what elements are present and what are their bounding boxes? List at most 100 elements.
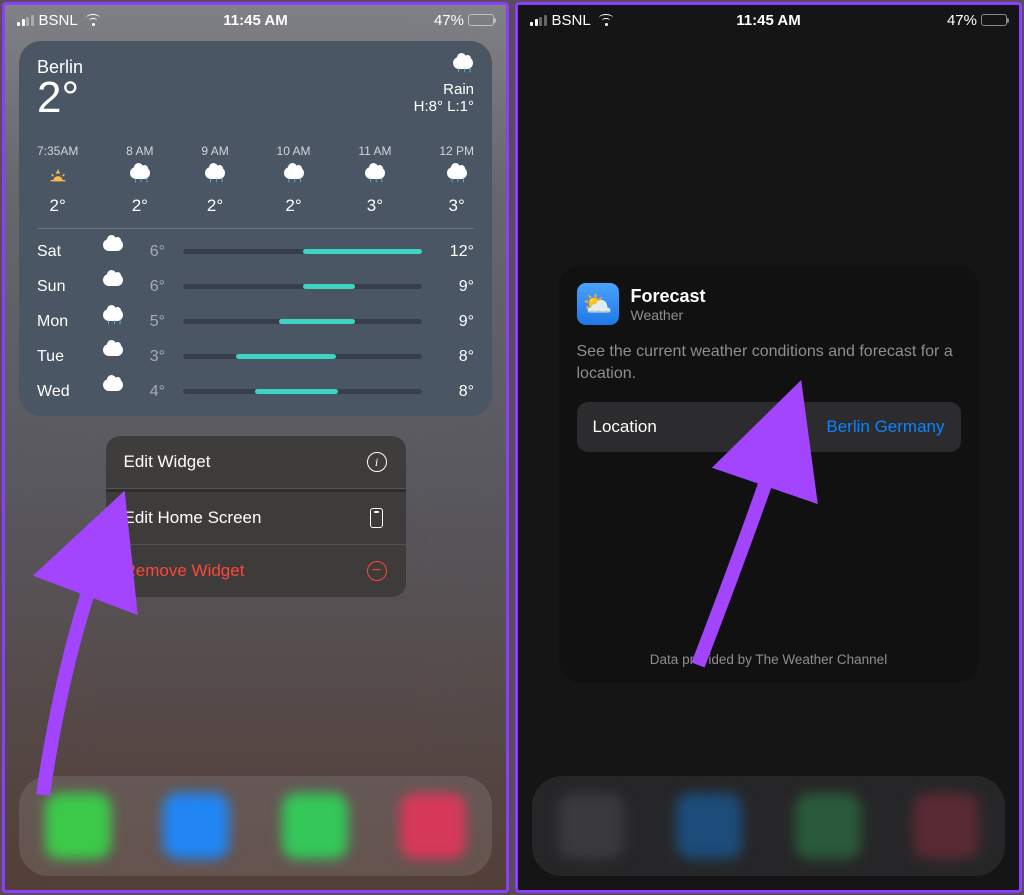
hour-time: 10 AM — [277, 144, 311, 158]
hour-temp: 2° — [132, 196, 148, 216]
hourly-cell: 11 AM ╵╵╵ 3° — [358, 144, 391, 216]
hourly-cell: 9 AM ╵╵╵ 2° — [201, 144, 228, 216]
status-time: 11:45 AM — [736, 12, 800, 29]
dock-app[interactable] — [163, 793, 229, 859]
daily-row: Mon ╵╵╵ 5° 9° — [37, 309, 474, 334]
phone-icon — [366, 507, 388, 529]
temp-range-bar — [183, 249, 422, 254]
hour-temp: 3° — [367, 196, 383, 216]
phone-screenshot-right: BSNL 11:45 AM 47% ⛅ Forecast Weather See… — [515, 2, 1022, 893]
day-label: Sun — [37, 278, 89, 296]
day-label: Wed — [37, 383, 89, 401]
phone-screenshot-left: BSNL 11:45 AM 47% Berlin 2° ╵╵╵ Rain H:8… — [2, 2, 509, 893]
current-temperature: 2° — [37, 76, 83, 120]
hour-temp: 2° — [285, 196, 301, 216]
sheet-description: See the current weather conditions and f… — [577, 341, 961, 384]
dock-app[interactable] — [282, 793, 348, 859]
dock-app[interactable] — [913, 793, 979, 859]
carrier-label: BSNL — [552, 12, 591, 29]
rain-icon: ╵╵╵ — [446, 166, 468, 188]
temp-range-bar — [183, 284, 422, 289]
weather-widget[interactable]: Berlin 2° ╵╵╵ Rain H:8° L:1° 7:35AM2°8 A… — [19, 41, 492, 416]
battery-percent: 47% — [434, 12, 464, 29]
low-temp: 6° — [137, 278, 165, 296]
day-label: Tue — [37, 348, 89, 366]
hourly-cell: 8 AM ╵╵╵ 2° — [126, 144, 153, 216]
cloud-icon — [99, 344, 127, 369]
cloud-icon — [99, 239, 127, 264]
temp-range-bar — [183, 389, 422, 394]
hour-time: 9 AM — [201, 144, 228, 158]
hour-temp: 2° — [207, 196, 223, 216]
status-time: 11:45 AM — [223, 12, 287, 29]
menu-item-label: Remove Widget — [124, 561, 245, 581]
data-attribution: Data provided by The Weather Channel — [577, 652, 961, 667]
hour-temp: 3° — [449, 196, 465, 216]
dock-app[interactable] — [558, 793, 624, 859]
rain-icon: ╵╵╵ — [99, 309, 127, 334]
wifi-icon — [598, 14, 615, 26]
condition-icon: ╵╵╵ — [414, 57, 474, 81]
daily-row: Sat 6° 12° — [37, 239, 474, 264]
wifi-icon — [85, 14, 102, 26]
high-temp: 9° — [440, 313, 474, 331]
widget-context-menu: Edit Widget i Edit Home Screen Remove Wi… — [106, 436, 406, 597]
rain-icon: ╵╵╵ — [364, 166, 386, 188]
menu-item-label: Edit Home Screen — [124, 508, 262, 528]
temp-range-bar — [183, 354, 422, 359]
low-temp: 5° — [137, 313, 165, 331]
hour-temp: 2° — [50, 196, 66, 216]
cloud-icon — [99, 379, 127, 404]
low-temp: 4° — [137, 383, 165, 401]
hourly-cell: 12 PM ╵╵╵ 3° — [439, 144, 474, 216]
location-row[interactable]: Location Berlin Germany — [577, 402, 961, 452]
dock-app[interactable] — [795, 793, 861, 859]
location-label: Location — [593, 417, 657, 437]
signal-icon — [530, 15, 547, 26]
remove-widget-menu-item[interactable]: Remove Widget − — [106, 545, 406, 597]
edit-home-screen-menu-item[interactable]: Edit Home Screen — [106, 489, 406, 545]
status-bar: BSNL 11:45 AM 47% — [518, 5, 1019, 33]
hour-time: 12 PM — [439, 144, 474, 158]
dock-app[interactable] — [676, 793, 742, 859]
low-temp: 3° — [137, 348, 165, 366]
daily-row: Tue 3° 8° — [37, 344, 474, 369]
low-temp: 6° — [137, 243, 165, 261]
high-temp: 8° — [440, 348, 474, 366]
hour-time: 8 AM — [126, 144, 153, 158]
high-temp: 9° — [440, 278, 474, 296]
weather-app-icon: ⛅ — [577, 283, 619, 325]
temp-range-bar — [183, 319, 422, 324]
rain-icon: ╵╵╵ — [204, 166, 226, 188]
hourly-forecast: 7:35AM2° 8 AM ╵╵╵ 2° 9 AM ╵╵╵ 2° 10 AM ╵╵╵ 2° 11 A… — [37, 144, 474, 229]
info-icon: i — [366, 451, 388, 473]
dock-app[interactable] — [45, 793, 111, 859]
condition-label: Rain — [414, 81, 474, 98]
sunrise-icon — [47, 166, 69, 188]
status-bar: BSNL 11:45 AM 47% — [5, 5, 506, 33]
day-label: Sat — [37, 243, 89, 261]
dock-app[interactable] — [400, 793, 466, 859]
rain-icon: ╵╵╵ — [129, 166, 151, 188]
daily-forecast: Sat 6° 12° Sun 6° 9° Mon ╵╵╵ 5° 9° Tue 3° 8° Wed 4° 8° — [37, 239, 474, 404]
widget-settings-sheet: ⛅ Forecast Weather See the current weath… — [559, 265, 979, 683]
menu-item-label: Edit Widget — [124, 452, 211, 472]
carrier-label: BSNL — [39, 12, 78, 29]
sheet-subtitle: Weather — [631, 307, 706, 323]
cloud-icon — [99, 274, 127, 299]
day-label: Mon — [37, 313, 89, 331]
sheet-title: Forecast — [631, 286, 706, 307]
hourly-cell: 7:35AM2° — [37, 144, 78, 216]
dock — [532, 776, 1005, 876]
battery-icon — [981, 14, 1007, 26]
battery-icon — [468, 14, 494, 26]
hourly-cell: 10 AM ╵╵╵ 2° — [277, 144, 311, 216]
dock — [19, 776, 492, 876]
remove-icon: − — [366, 560, 388, 582]
battery-percent: 47% — [947, 12, 977, 29]
high-temp: 8° — [440, 383, 474, 401]
high-temp: 12° — [440, 243, 474, 261]
rain-icon: ╵╵╵ — [283, 166, 305, 188]
hour-time: 11 AM — [358, 144, 391, 158]
edit-widget-menu-item[interactable]: Edit Widget i — [106, 436, 406, 489]
